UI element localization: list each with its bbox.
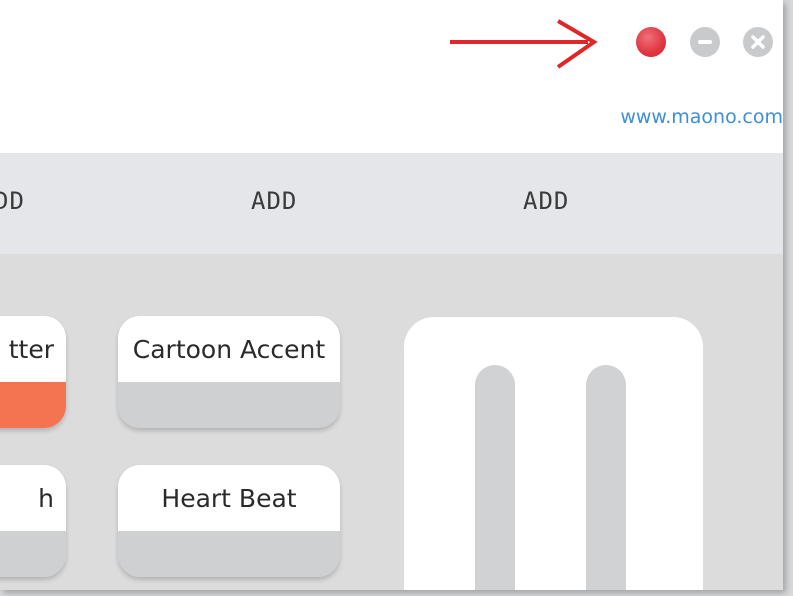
record-button[interactable] xyxy=(636,27,666,57)
slider-track-2[interactable] xyxy=(586,365,626,590)
x-icon xyxy=(751,35,765,49)
add-row xyxy=(0,153,783,254)
add-button-2[interactable]: ADD xyxy=(251,187,297,215)
title-bar: www.maono.com xyxy=(0,0,783,153)
card-label: h xyxy=(0,465,66,531)
card-bottom xyxy=(118,531,340,577)
card-label: Cartoon Accent xyxy=(118,316,340,382)
sound-card-heart-beat[interactable]: Heart Beat xyxy=(118,465,340,577)
add-button-1[interactable]: DD xyxy=(0,187,25,215)
slider-track-1[interactable] xyxy=(475,365,515,590)
website-link[interactable]: www.maono.com xyxy=(620,106,783,128)
app-window: www.maono.com DD ADD ADD tter Cartoon Ac… xyxy=(0,0,783,590)
sound-card-cartoon-accent[interactable]: Cartoon Accent xyxy=(118,316,340,428)
close-button[interactable] xyxy=(743,27,773,57)
sound-card-partial-2[interactable]: h xyxy=(0,465,66,577)
annotation-arrow-icon xyxy=(450,19,598,69)
sound-card-partial-1[interactable]: tter xyxy=(0,316,66,428)
mixer-panel xyxy=(404,317,703,590)
card-label: tter xyxy=(0,316,66,382)
minus-icon xyxy=(698,40,712,44)
card-label: Heart Beat xyxy=(118,465,340,531)
minimize-button[interactable] xyxy=(690,27,720,57)
card-active-bar xyxy=(0,382,66,428)
card-bottom xyxy=(0,531,66,577)
add-button-3[interactable]: ADD xyxy=(523,187,569,215)
card-bottom xyxy=(118,382,340,428)
